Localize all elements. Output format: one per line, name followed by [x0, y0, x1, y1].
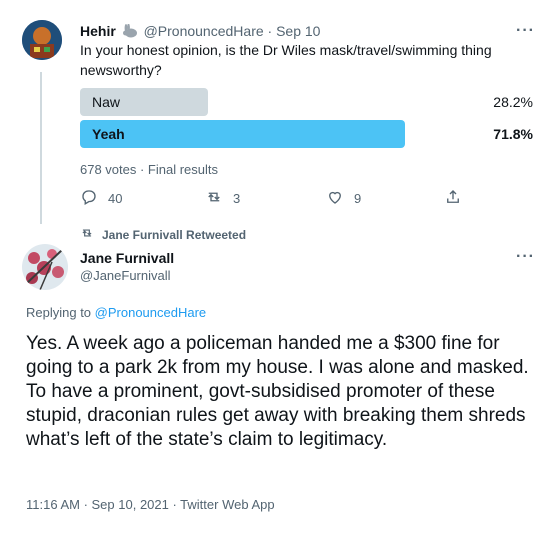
reply-count: 40	[108, 191, 123, 206]
jane-avatar[interactable]	[22, 244, 68, 290]
jane-handle[interactable]: @JaneFurnivall	[80, 268, 171, 283]
poll-option-naw-percent: 28.2%	[493, 94, 533, 110]
share-action[interactable]	[444, 188, 462, 209]
poll-bar-yeah	[80, 120, 405, 148]
hehir-date[interactable]: Sep 10	[276, 23, 320, 39]
hehir-header: Hehir @PronouncedHare · Sep 10	[80, 23, 320, 41]
retweet-context: Jane Furnivall Retweeted	[80, 226, 246, 243]
more-icon[interactable]: ···	[516, 248, 535, 266]
replying-to: Replying to @PronouncedHare	[26, 305, 206, 320]
retweet-action[interactable]: 3	[205, 188, 240, 209]
thread-line	[40, 72, 42, 224]
hehir-display-name[interactable]: Hehir	[80, 23, 116, 39]
reply-icon	[80, 188, 98, 209]
poll-option-yeah-percent: 71.8%	[493, 126, 533, 142]
rabbit-emoji-icon	[122, 23, 138, 41]
retweet-context-text[interactable]: Jane Furnivall Retweeted	[102, 228, 246, 242]
poll-option-naw-label: Naw	[92, 94, 121, 110]
share-icon	[444, 188, 462, 209]
hehir-handle[interactable]: @PronouncedHare	[144, 23, 264, 39]
retweet-count: 3	[233, 191, 241, 206]
hehir-avatar[interactable]	[22, 20, 62, 60]
more-icon[interactable]: ···	[516, 22, 535, 40]
like-action[interactable]: 9	[326, 188, 361, 209]
reply-action[interactable]: 40	[80, 188, 122, 209]
retweet-icon	[205, 188, 223, 209]
like-count: 9	[354, 191, 362, 206]
retweet-icon	[80, 226, 94, 243]
hehir-tweet-text: In your honest opinion, is the Dr Wiles …	[80, 42, 492, 78]
replying-prefix: Replying to	[26, 305, 92, 320]
main-tweet-text: Yes. A week ago a policeman handed me a …	[26, 333, 529, 450]
jane-display-name[interactable]: Jane Furnivall	[80, 250, 174, 266]
tweet-meta[interactable]: 11:16 AM · Sep 10, 2021 · Twitter Web Ap…	[26, 497, 275, 512]
separator: ·	[267, 23, 273, 39]
heart-icon	[326, 188, 344, 209]
poll-summary: 678 votes · Final results	[80, 162, 219, 177]
replying-handle-link[interactable]: @PronouncedHare	[95, 305, 206, 320]
poll-option-yeah-label: Yeah	[92, 126, 125, 142]
